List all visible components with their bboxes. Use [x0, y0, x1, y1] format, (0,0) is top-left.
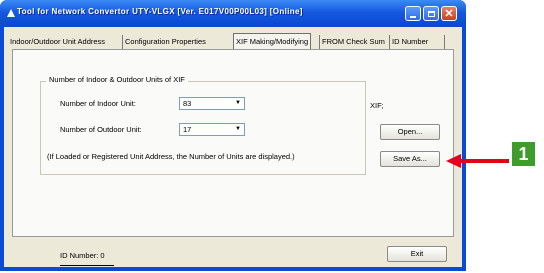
chevron-down-icon[interactable]: ▼	[233, 99, 243, 108]
indoor-unit-combo[interactable]: 83 ▼	[179, 97, 245, 110]
window-client-area: Indoor/Outdoor Unit Address Configuratio…	[4, 27, 462, 267]
save-as-button[interactable]: Save As...	[380, 151, 440, 167]
app-icon	[6, 8, 17, 19]
tab-xif-making-modifying[interactable]: XIF Making/Modifying	[233, 33, 312, 49]
tab-id-number[interactable]: ID Number	[389, 35, 430, 49]
minimize-icon	[410, 15, 416, 18]
app-window: Tool for Network Convertor UTY-VLGX [Ver…	[0, 0, 466, 271]
units-note: (If Loaded or Registered Unit Address, t…	[47, 152, 295, 161]
minimize-button[interactable]	[405, 6, 421, 21]
tab-indoor-outdoor-unit-address[interactable]: Indoor/Outdoor Unit Address	[8, 35, 107, 49]
tab-configuration-properties[interactable]: Configuration Properties	[122, 35, 208, 49]
xif-file-label: XIF;	[370, 101, 384, 110]
chevron-down-icon[interactable]: ▼	[233, 125, 243, 134]
callout-badge: 1	[512, 142, 535, 166]
title-bar[interactable]: Tool for Network Convertor UTY-VLGX [Ver…	[0, 0, 466, 27]
maximize-icon	[427, 10, 435, 17]
maximize-button[interactable]	[423, 6, 439, 21]
open-button[interactable]: Open...	[380, 124, 440, 140]
id-number-status: ID Number: 0	[60, 251, 105, 260]
window-title: Tool for Network Convertor UTY-VLGX [Ver…	[17, 7, 303, 16]
outdoor-unit-combo[interactable]: 17 ▼	[179, 123, 245, 136]
exit-button[interactable]: Exit	[387, 246, 447, 262]
close-icon: ✕	[444, 8, 454, 20]
id-number-underline	[60, 265, 114, 266]
units-group-title: Number of Indoor & Outdoor Units of XIF	[46, 75, 188, 84]
indoor-unit-value: 83	[183, 99, 192, 108]
outdoor-unit-value: 17	[183, 125, 192, 134]
outdoor-unit-label: Number of Outdoor Unit:	[60, 125, 142, 134]
tab-strip-end	[444, 35, 445, 49]
close-button[interactable]: ✕	[441, 6, 457, 21]
indoor-unit-label: Number of Indoor Unit:	[60, 99, 136, 108]
tab-from-check-sum[interactable]: FROM Check Sum	[319, 35, 387, 49]
callout-arrow-icon	[446, 154, 509, 168]
